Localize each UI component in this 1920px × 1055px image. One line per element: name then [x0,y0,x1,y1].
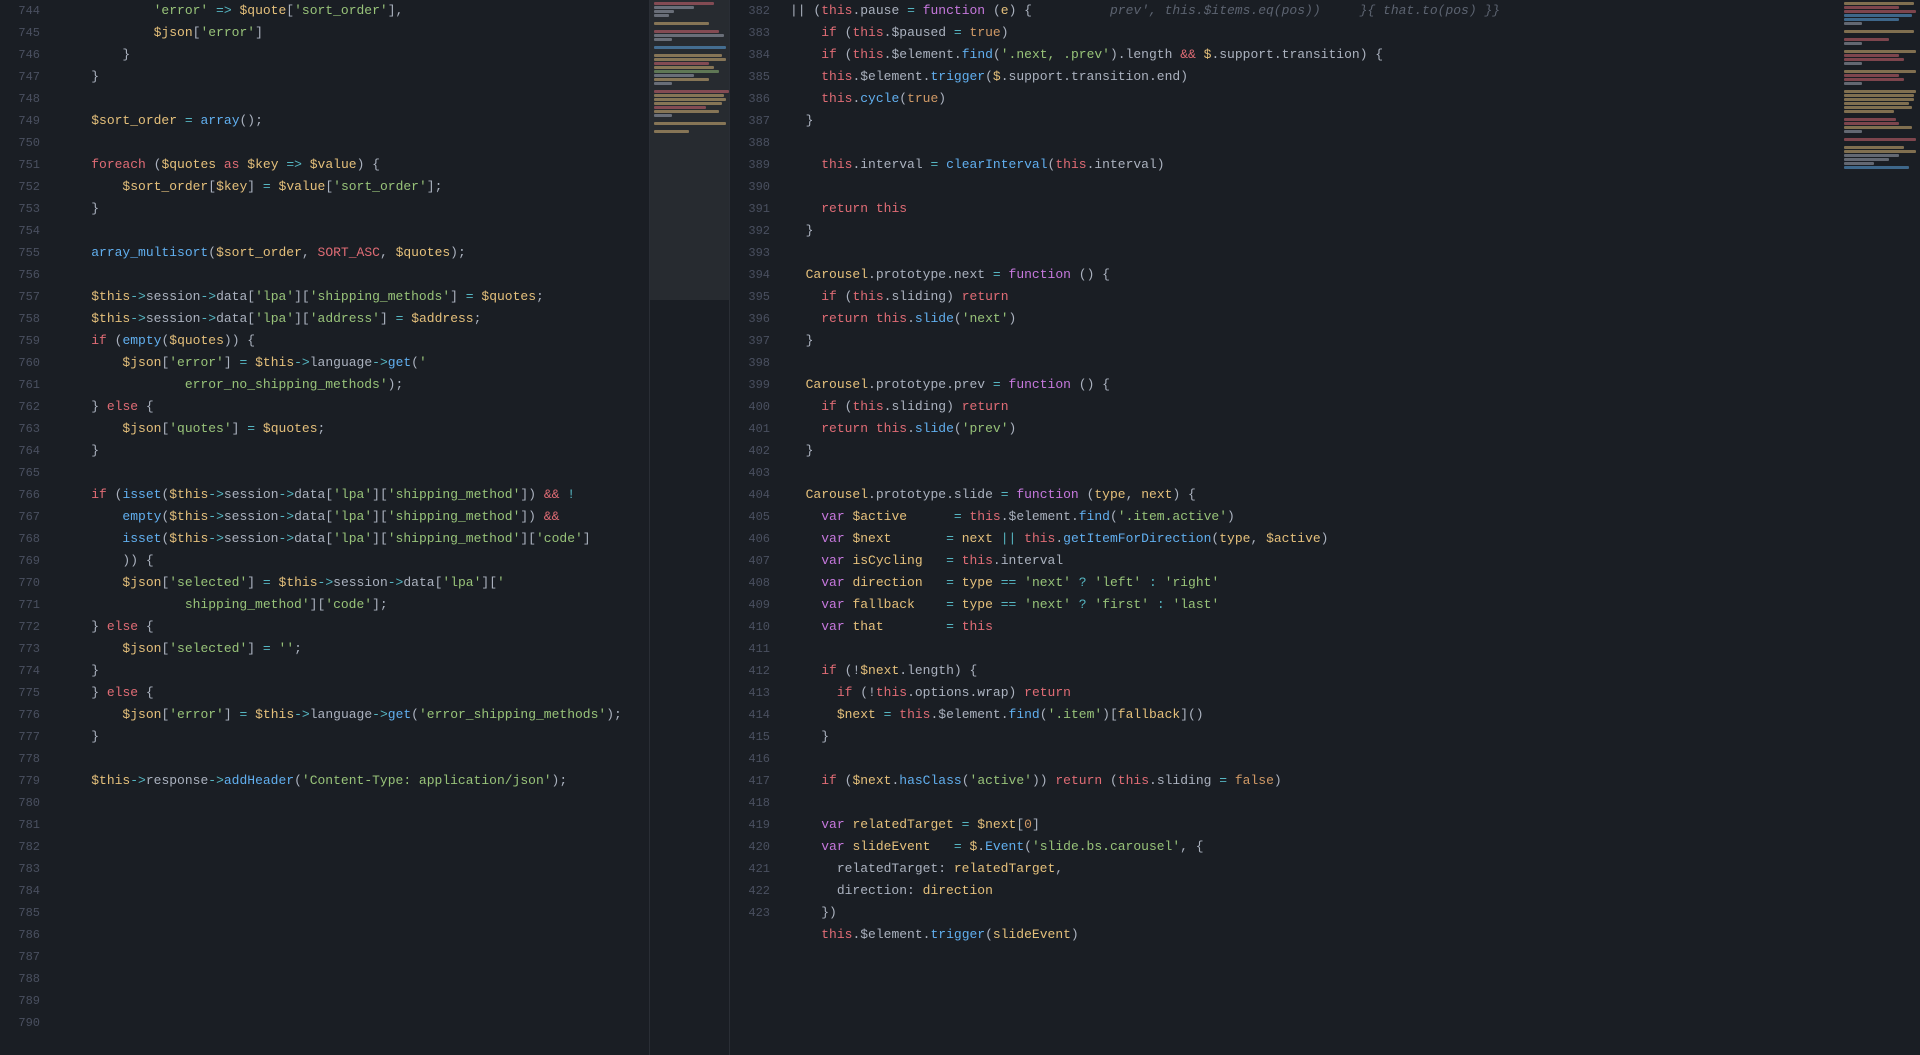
code-line: } [60,198,637,220]
code-line: if (this.$element.find('.next, .prev').l… [790,44,1828,66]
code-line: var direction = type == 'next' ? 'left' … [790,572,1828,594]
code-line [60,748,637,770]
code-line: $this->session->data['lpa']['address'] =… [60,308,637,330]
code-line [790,242,1828,264]
code-line: this.cycle(true) [790,88,1828,110]
code-line: $json['error'] = $this->language->get(' [60,352,637,374]
code-line: }) [790,902,1828,924]
right-minimap-lines [1840,0,1920,172]
code-line: || (this.pause = function (e) { prev', t… [790,0,1828,22]
code-line: } [790,440,1828,462]
code-line: var relatedTarget = $next[0] [790,814,1828,836]
code-line: } [790,330,1828,352]
code-line: $this->response->addHeader('Content-Type… [60,770,637,792]
right-minimap [1840,0,1920,1055]
code-line: relatedTarget: relatedTarget, [790,858,1828,880]
right-code-panel[interactable]: 382 383 384 385 386 387 388 389 390 391 … [730,0,1840,1055]
code-line: if (!$next.length) { [790,660,1828,682]
code-line: var that = this [790,616,1828,638]
code-line: var $active = this.$element.find('.item.… [790,506,1828,528]
code-line: $this->session->data['lpa']['shipping_me… [60,286,637,308]
code-line: return this [790,198,1828,220]
code-line: this.interval = clearInterval(this.inter… [790,154,1828,176]
code-line: direction: direction [790,880,1828,902]
code-line [60,132,637,154]
code-line: $next = this.$element.find('.item')[fall… [790,704,1828,726]
left-line-numbers: 744 745 746 747 748 749 750 751 752 753 … [0,0,48,1055]
code-line: $json['quotes'] = $quotes; [60,418,637,440]
code-line: $sort_order[$key] = $value['sort_order']… [60,176,637,198]
code-line: foreach ($quotes as $key => $value) { [60,154,637,176]
right-line-numbers: 382 383 384 385 386 387 388 389 390 391 … [730,0,778,1055]
code-line: var fallback = type == 'next' ? 'first' … [790,594,1828,616]
code-line [790,462,1828,484]
code-line: this.$element.trigger(slideEvent) [790,924,1828,946]
code-line: empty($this->session->data['lpa']['shipp… [60,506,637,528]
code-line [60,462,637,484]
code-line: if (!this.options.wrap) return [790,682,1828,704]
left-code-content[interactable]: 'error' => $quote['sort_order'], $json['… [48,0,649,1055]
code-line: } [60,726,637,748]
code-line: shipping_method']['code']; [60,594,637,616]
code-line: if (this.sliding) return [790,286,1828,308]
code-line: $json['selected'] = $this->session->data… [60,572,637,594]
code-line: } else { [60,682,637,704]
code-line [790,176,1828,198]
code-line: var isCycling = this.interval [790,550,1828,572]
code-line: Carousel.prototype.next = function () { [790,264,1828,286]
editor: 744 745 746 747 748 749 750 751 752 753 … [0,0,1920,1055]
code-line: } [790,110,1828,132]
code-line: array_multisort($sort_order, SORT_ASC, $… [60,242,637,264]
code-line: } [60,660,637,682]
code-line: } else { [60,396,637,418]
code-line: var slideEvent = $.Event('slide.bs.carou… [790,836,1828,858]
code-line [60,264,637,286]
code-line: } else { [60,616,637,638]
code-line: return this.slide('next') [790,308,1828,330]
code-line: if ($next.hasClass('active')) return (th… [790,770,1828,792]
code-line: $json['selected'] = ''; [60,638,637,660]
left-minimap [650,0,730,1055]
code-line: } [790,220,1828,242]
code-line: $json['error'] [60,22,637,44]
code-line: if (this.$paused = true) [790,22,1828,44]
left-code-panel[interactable]: 744 745 746 747 748 749 750 751 752 753 … [0,0,650,1055]
code-line: return this.slide('prev') [790,418,1828,440]
code-line: $json['error'] = $this->language->get('e… [60,704,637,726]
code-line [790,792,1828,814]
code-line: if (this.sliding) return [790,396,1828,418]
code-line: if (empty($quotes)) { [60,330,637,352]
code-line: this.$element.trigger($.support.transiti… [790,66,1828,88]
right-code-content[interactable]: || (this.pause = function (e) { prev', t… [778,0,1840,1055]
code-line: } [60,440,637,462]
code-line: Carousel.prototype.slide = function (typ… [790,484,1828,506]
code-line [60,220,637,242]
code-line: 'error' => $quote['sort_order'], [60,0,637,22]
code-line: $sort_order = array(); [60,110,637,132]
code-line [790,352,1828,374]
code-line: isset($this->session->data['lpa']['shipp… [60,528,637,550]
code-line: } [790,726,1828,748]
code-line: } [60,44,637,66]
code-line: )) { [60,550,637,572]
code-line: error_no_shipping_methods'); [60,374,637,396]
code-line [790,132,1828,154]
code-line: } [60,66,637,88]
code-line: if (isset($this->session->data['lpa']['s… [60,484,637,506]
code-line [790,638,1828,660]
code-line [60,88,637,110]
code-line: var $next = next || this.getItemForDirec… [790,528,1828,550]
code-line: Carousel.prototype.prev = function () { [790,374,1828,396]
code-line [790,748,1828,770]
